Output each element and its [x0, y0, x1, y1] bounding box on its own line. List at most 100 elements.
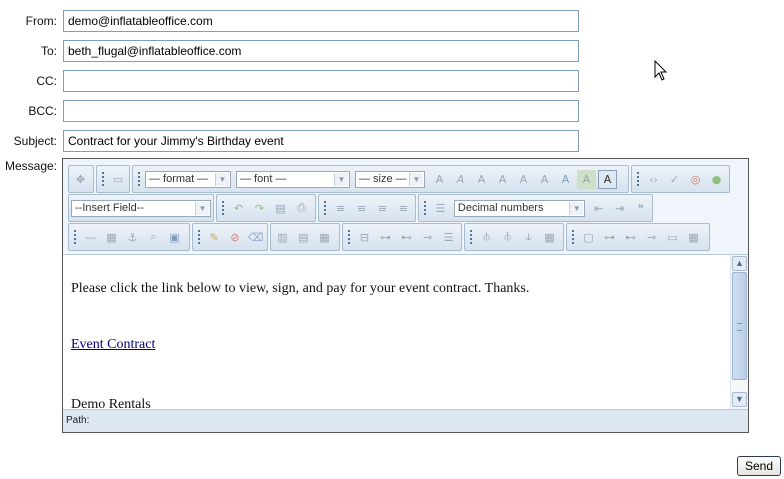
- cell-icon[interactable]: ▢: [579, 228, 598, 247]
- event-contract-link[interactable]: Event Contract: [71, 337, 155, 352]
- insert-cell-after-icon[interactable]: ⊷: [621, 228, 640, 247]
- toolbar-grip[interactable]: [469, 229, 473, 245]
- help-lifebuoy-icon[interactable]: ◎: [686, 170, 705, 189]
- subject-label: Subject:: [13, 134, 57, 148]
- format-select[interactable]: — format — ▼: [145, 170, 231, 188]
- list-style-select[interactable]: Decimal numbers ▼: [453, 199, 586, 217]
- anchor-icon[interactable]: ⚓: [123, 228, 142, 247]
- to-field[interactable]: beth_flugal@inflatableoffice.com: [63, 40, 579, 62]
- scroll-thumb[interactable]: [732, 272, 747, 380]
- toolbar-group-table-rows: ⊟ ⊶ ⊷ ⊸ ☰: [342, 223, 462, 251]
- scroll-down-icon[interactable]: ▼: [732, 392, 747, 407]
- image-icon[interactable]: ▣: [165, 228, 184, 247]
- editor-toolbar-area: ✥ ▭ — format — ▼ — font — ▼ — size — ▼ A…: [63, 159, 748, 255]
- format-select-value: — format —: [149, 172, 209, 185]
- delete-col-icon[interactable]: ⫝: [519, 228, 538, 247]
- split-col-icon[interactable]: ▦: [540, 228, 559, 247]
- horizontal-rule-icon[interactable]: —: [81, 228, 100, 247]
- search-icon[interactable]: ⌕: [144, 228, 163, 247]
- merge-cells-icon[interactable]: ▭: [663, 228, 682, 247]
- align-center-icon[interactable]: ≡: [352, 199, 371, 218]
- superscript-icon[interactable]: A: [535, 170, 554, 189]
- undo-icon[interactable]: ↶: [229, 199, 248, 218]
- message-body[interactable]: Please click the link below to view, sig…: [63, 255, 730, 409]
- insert-row-icon[interactable]: ⊟: [355, 228, 374, 247]
- chevron-down-icon: ▼: [409, 172, 423, 186]
- message-signature: Demo Rentals: [71, 397, 151, 409]
- outdent-icon[interactable]: ⇤: [589, 199, 608, 218]
- toolbar-grip[interactable]: [347, 229, 351, 245]
- cc-label: CC:: [36, 74, 57, 88]
- fullscreen-icon[interactable]: ▭: [109, 170, 127, 189]
- insert-cell-before-icon[interactable]: ⊶: [600, 228, 619, 247]
- send-button[interactable]: Send: [737, 456, 781, 476]
- align-right-icon[interactable]: ≡: [373, 199, 392, 218]
- strikethrough-icon[interactable]: A: [493, 170, 512, 189]
- from-field[interactable]: demo@inflatableoffice.com: [63, 10, 579, 32]
- move-icon[interactable]: ✥: [71, 170, 90, 189]
- toolbar-group-insert-field: --Insert Field-- ▼: [68, 194, 214, 222]
- html-source-icon[interactable]: ‹›: [644, 170, 663, 189]
- font-select-value: — font —: [240, 172, 287, 185]
- paint-brush-icon[interactable]: ✎: [205, 228, 224, 247]
- delete-cell-icon[interactable]: ⊸: [642, 228, 661, 247]
- insert-row-after-icon[interactable]: ⊷: [397, 228, 416, 247]
- toolbar-grip[interactable]: [101, 171, 105, 187]
- align-justify-icon[interactable]: ≡: [394, 199, 413, 218]
- scroll-up-icon[interactable]: ▲: [732, 256, 747, 271]
- path-statusbar: Path:: [63, 409, 748, 432]
- blockquote-icon[interactable]: ❝: [631, 199, 650, 218]
- toolbar-grip[interactable]: [221, 200, 225, 216]
- list-style-select-value: Decimal numbers: [457, 201, 544, 214]
- insert-row-before-icon[interactable]: ⊶: [376, 228, 395, 247]
- split-row-icon[interactable]: ☰: [439, 228, 458, 247]
- delete-row-icon[interactable]: ⊸: [418, 228, 437, 247]
- remove-format-icon[interactable]: A: [598, 169, 617, 189]
- toolbar-grip[interactable]: [137, 171, 141, 187]
- info-icon[interactable]: ●: [707, 170, 726, 189]
- eraser-icon[interactable]: ⌫: [246, 228, 265, 247]
- highlight-color-icon[interactable]: A: [577, 169, 596, 189]
- insert-col-after-icon[interactable]: ⫚: [498, 228, 517, 247]
- indent-icon[interactable]: ⇥: [610, 199, 629, 218]
- font-select[interactable]: — font — ▼: [236, 170, 350, 188]
- toolbar-grip[interactable]: [423, 200, 427, 216]
- toolbar-group-move: ✥: [68, 165, 94, 193]
- toolbar-group-lists: ☰ Decimal numbers ▼ ⇤ ⇥ ❝: [418, 194, 653, 222]
- bulleted-list-icon[interactable]: ☰: [431, 199, 450, 218]
- toolbar-grip[interactable]: [323, 200, 327, 216]
- underline-icon[interactable]: A: [472, 170, 491, 189]
- split-cells-icon[interactable]: ▦: [684, 228, 703, 247]
- redo-icon[interactable]: ↷: [250, 199, 269, 218]
- toolbar-group-tools: ‹› ✓ ◎ ●: [631, 165, 730, 193]
- bold-icon[interactable]: A: [430, 170, 449, 189]
- vertical-scrollbar[interactable]: ▲ ▼: [730, 255, 748, 409]
- page-break-icon[interactable]: ▤: [271, 199, 290, 218]
- bcc-label: BCC:: [28, 104, 57, 118]
- spellcheck-icon[interactable]: ✓: [665, 170, 684, 189]
- italic-icon[interactable]: A: [451, 170, 470, 189]
- insert-field-select[interactable]: --Insert Field-- ▼: [71, 199, 211, 217]
- bcc-field[interactable]: [63, 100, 579, 122]
- cc-field[interactable]: [63, 70, 579, 92]
- row-properties-icon[interactable]: ▤: [294, 228, 313, 247]
- table-properties-icon[interactable]: ▥: [273, 228, 292, 247]
- subscript-icon[interactable]: A: [514, 170, 533, 189]
- remove-tag-icon[interactable]: ⊘: [226, 228, 245, 247]
- print-icon[interactable]: ⎙: [292, 199, 311, 218]
- insert-field-select-value: --Insert Field--: [75, 201, 145, 214]
- toolbar-grip[interactable]: [73, 229, 77, 245]
- subject-field[interactable]: Contract for your Jimmy's Birthday event: [63, 130, 579, 152]
- cell-properties-icon[interactable]: ▦: [315, 228, 334, 247]
- toolbar-grip[interactable]: [571, 229, 575, 245]
- toolbar-grip[interactable]: [636, 171, 640, 187]
- chevron-down-icon: ▼: [195, 201, 209, 215]
- table-grid-icon[interactable]: ▦: [102, 228, 121, 247]
- insert-col-before-icon[interactable]: ⫛: [477, 228, 496, 247]
- toolbar-grip[interactable]: [197, 229, 201, 245]
- chevron-down-icon: ▼: [334, 172, 348, 186]
- size-select[interactable]: — size — ▼: [355, 170, 425, 188]
- chevron-down-icon: ▼: [215, 172, 229, 186]
- align-left-icon[interactable]: ≡: [331, 199, 350, 218]
- font-color-icon[interactable]: A: [556, 170, 575, 189]
